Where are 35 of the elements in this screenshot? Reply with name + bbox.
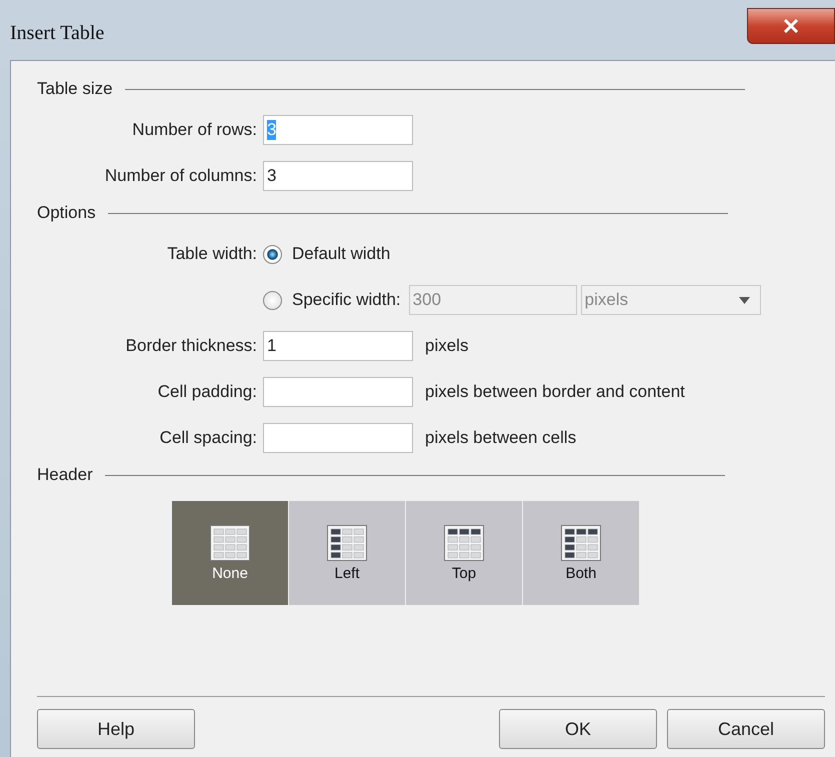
table-icon [210,524,250,560]
close-button[interactable] [747,8,835,44]
header-option-button[interactable]: Left [289,501,405,605]
unit-label: pixels [425,336,468,356]
field-label: Number of columns: [104,166,258,186]
section-heading: Header [37,465,93,485]
input-field[interactable]: 3 [263,161,413,191]
input-field[interactable] [263,377,413,407]
unit-label: pixels between border and content [425,382,685,402]
table-icon [327,524,367,560]
input-field[interactable]: 1 [263,331,413,361]
header-option-button[interactable]: None [172,501,288,605]
header-option-button[interactable]: Top [406,501,522,605]
section-heading: Table size [37,79,113,99]
unit-label: pixels between cells [425,428,576,448]
header-option-button[interactable]: Both [523,501,639,605]
table-icon [444,524,484,560]
field-label: Border thickness: [124,336,258,356]
window-title: Insert Table [10,22,104,45]
field-label: Number of rows: [131,120,258,140]
cancel-button[interactable]: Cancel [667,709,825,749]
radio-button[interactable] [263,290,282,310]
field-label: Table width: [166,244,258,264]
field-label: Cell padding: [156,382,258,402]
input-field[interactable] [263,423,413,453]
section-heading: Options [37,203,96,223]
help-button[interactable]: Help [37,709,195,749]
radio-label: Default width [292,244,390,264]
radio-label: Specific width: [292,290,401,310]
caret-icon [738,296,750,304]
ok-button[interactable]: OK [499,709,657,749]
table-icon [561,524,601,560]
close-icon [783,19,799,33]
radio-button[interactable] [263,244,282,264]
field-label: Cell spacing: [158,428,258,448]
